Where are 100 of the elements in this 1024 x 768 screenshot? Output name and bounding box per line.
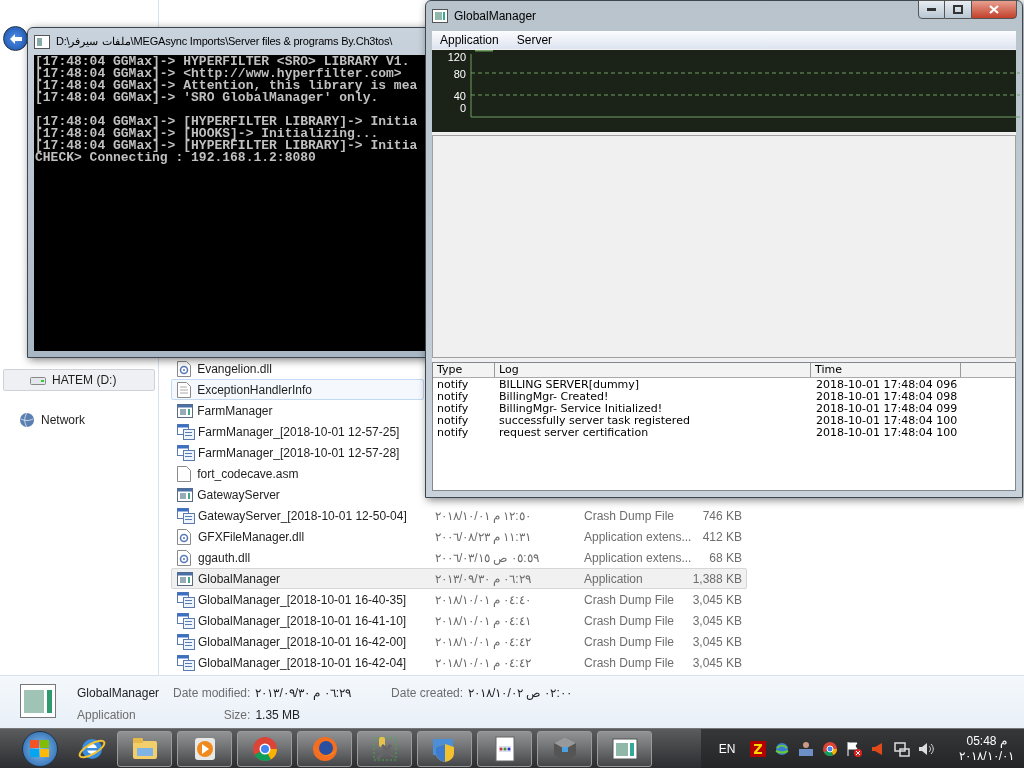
document-window-icon [177, 507, 195, 524]
file-size: 3,045 KB [691, 654, 742, 672]
column-header[interactable]: Log [495, 363, 811, 377]
table-cell-text: notify [436, 379, 470, 391]
nav-item[interactable]: Network [3, 409, 155, 431]
file-name: fort_codecave.asm [196, 465, 300, 483]
file-name: FarmManager [196, 402, 274, 420]
application-icon [177, 403, 193, 418]
start-button[interactable] [22, 730, 58, 767]
file-name: FarmManager_[2018-10-01 12-57-25] [197, 423, 401, 441]
file-row[interactable]: GatewayServer [171, 484, 424, 505]
menu-item[interactable]: Application [440, 31, 499, 49]
filezilla-icon[interactable] [749, 739, 768, 758]
console-line: [17:48:04 GGMax]-> [HYPERFILTER LIBRARY]-> Initia [35, 116, 419, 128]
document-window-icon [177, 654, 195, 671]
file-row[interactable]: FarmManager_[2018-10-01 12-57-25] [171, 421, 424, 442]
gear-file-icon [177, 360, 191, 377]
table-cell-text: BILLING SERVER[dummy] [498, 379, 641, 391]
taskbar-button[interactable] [597, 730, 652, 767]
date-modified: ٢٠١٨/١٠/٠١ م ١٢:٥٠ [435, 507, 532, 525]
table-cell-text: request server certification [498, 427, 650, 439]
file-size: 3,045 KB [691, 612, 742, 630]
restore-icon [953, 5, 963, 14]
network-icon[interactable] [893, 739, 912, 758]
application-icon [432, 9, 448, 23]
date-modified: ٢٠٠٦/٠٣/١٥ ص ٠٥:٥٩ [435, 549, 540, 567]
file-name: ggauth.dll [197, 549, 252, 567]
minimize-button[interactable] [918, 0, 945, 19]
console-line: [17:48:04 GGMax]-> [HOOKS]-> Initializing... [35, 128, 379, 140]
document-window-icon [177, 591, 195, 608]
date-modified: ٢٠١٨/١٠/٠١ م ٠٤:٤٢ [435, 633, 532, 651]
date-modified: ٢٠١٣/٠٩/٣٠ م ٠٦:٢٩ [435, 570, 532, 588]
back-button[interactable] [3, 26, 28, 51]
application-icon [20, 684, 56, 718]
file-name: GatewayServer [196, 486, 281, 504]
menu-item[interactable]: Server [516, 31, 553, 49]
file-size: 746 KB [701, 507, 742, 525]
taskbar-button[interactable] [117, 730, 172, 767]
file-row[interactable]: ExceptionHandlerInfo [171, 379, 424, 400]
file-type: Crash Dump File [584, 612, 676, 630]
file-name: GlobalManager_[2018-10-01 16-41-10] [197, 612, 408, 630]
field-value: ٢٠١٨/١٠/٠٢ ص ٠٢:٠٠ [468, 685, 572, 702]
file-row[interactable]: fort_codecave.asm [171, 463, 424, 484]
language-indicator[interactable]: EN [718, 739, 736, 758]
axis-label: 80 [453, 68, 466, 80]
text-file-icon [177, 381, 191, 398]
axis-label: 0 [459, 102, 466, 114]
table-cell-text: 2018-10-01 17:48:04 098 [815, 391, 959, 403]
file-type: Application [584, 570, 644, 588]
field-label: Date created: [391, 685, 464, 702]
file-size: 3,045 KB [691, 591, 742, 609]
column-header[interactable]: Type [433, 363, 495, 377]
file-type: Application [77, 707, 137, 724]
console-line: CHECK> Connecting : 192.168.1.2:8080 [35, 152, 316, 164]
globe-icon [19, 412, 35, 428]
date-modified: ٢٠٠٦/٠٨/٢٣ م ١١:٣١ [435, 528, 532, 546]
field-value: ٢٠١٣/٠٩/٣٠ م ٠٦:٢٩ [255, 685, 352, 702]
taskbar-button[interactable] [357, 730, 412, 767]
file-name: GlobalManager_[2018-10-01 16-42-00] [197, 633, 408, 651]
file-name: GatewayServer_[2018-10-01 12-50-04] [197, 507, 408, 525]
console-line: [17:48:04 GGMax]-> <http://www.hyperfilter.com> [35, 68, 403, 80]
taskbar-button[interactable] [177, 730, 232, 767]
maximize-button[interactable] [945, 0, 971, 19]
axis-label: 40 [453, 90, 466, 102]
minimize-icon [927, 8, 936, 11]
flag-icon[interactable] [845, 739, 864, 758]
windows-logo-icon [30, 739, 50, 758]
file-name: GFXFileManager.dll [197, 528, 306, 546]
table-cell-text: notify [436, 415, 470, 427]
axis-label: 120 [447, 51, 466, 63]
clock[interactable]: 05:48 م ٢٠١٨/١٠/٠١ [959, 733, 1014, 764]
close-icon [989, 5, 999, 14]
gear-file-icon [177, 528, 191, 545]
field-value: 1.35 MB [255, 707, 302, 724]
nav-item[interactable]: HATEM (D:) [3, 369, 155, 391]
table-cell-text: successfully server task registered [498, 415, 691, 427]
close-button[interactable] [971, 0, 1017, 19]
file-row[interactable]: FarmManager_[2018-10-01 12-57-28] [171, 442, 424, 463]
chrome-icon[interactable] [821, 739, 840, 758]
console-line: [17:48:04 GGMax]-> Attention, this library is mea [35, 80, 419, 92]
table-cell-text: notify [436, 427, 470, 439]
application-icon [177, 487, 193, 502]
user-network-icon[interactable] [797, 739, 816, 758]
console-line: [17:48:04 GGMax]-> 'SRO GlobalManager' only. [35, 92, 380, 104]
console-icon [34, 34, 50, 49]
column-header[interactable]: Time [811, 363, 961, 377]
date-modified: ٢٠١٨/١٠/٠١ م ٠٤:٤٢ [435, 654, 532, 672]
file-type: Crash Dump File [584, 591, 676, 609]
document-window-icon [177, 423, 195, 440]
table-cell-text: 2018-10-01 17:48:04 100 [815, 427, 959, 439]
taskbar-button[interactable] [237, 730, 292, 767]
file-row[interactable]: Evangelion.dll [171, 358, 424, 379]
taskbar-button[interactable] [417, 730, 472, 767]
blank-file-icon [177, 465, 191, 482]
taskbar-button[interactable] [477, 730, 532, 767]
file-name: Evangelion.dll [196, 360, 273, 378]
application-icon [177, 571, 193, 586]
file-name: GlobalManager_[2018-10-01 16-42-04] [197, 654, 408, 672]
drive-icon [30, 375, 46, 385]
file-row[interactable]: FarmManager [171, 400, 424, 421]
